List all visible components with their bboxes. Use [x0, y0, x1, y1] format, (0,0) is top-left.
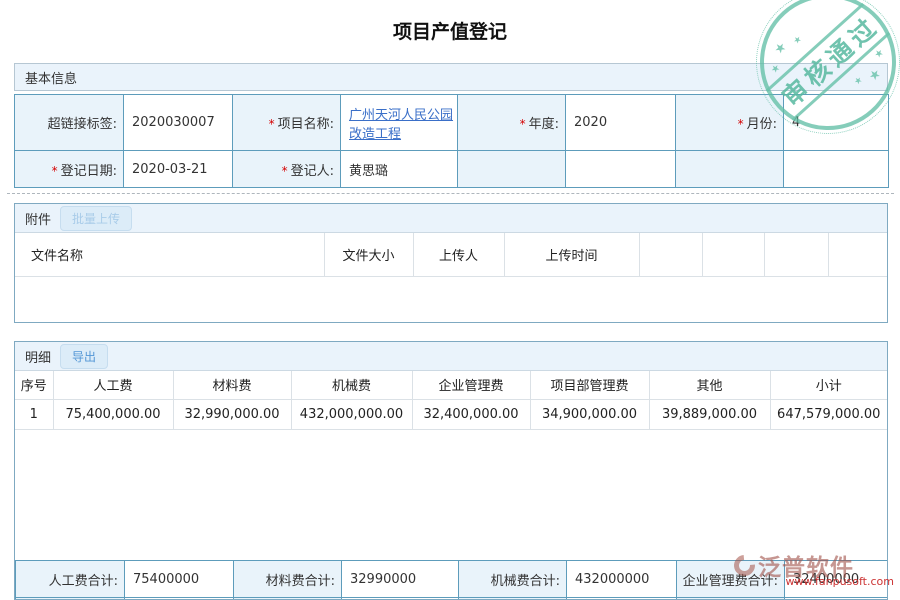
material-total-label: 材料费合计: — [234, 561, 342, 598]
col-empty — [828, 233, 887, 276]
machinery-total-value: 432000000 — [567, 561, 677, 598]
col-enterprise-mgmt-cost: 企业管理费 — [412, 371, 530, 399]
empty-label-cell — [676, 151, 784, 188]
attachments-section: 附件 批量上传 文件名称 文件大小 上传人 上传时间 — [14, 203, 888, 323]
required-icon: * — [282, 164, 288, 178]
month-label: *月份: — [676, 95, 784, 151]
register-date-label: *登记日期: — [15, 151, 124, 188]
labor-total-label: 人工费合计: — [16, 561, 125, 598]
year-label: *年度: — [458, 95, 566, 151]
col-uploader: 上传人 — [413, 233, 504, 276]
export-button[interactable]: 导出 — [60, 344, 108, 369]
project-name-label: *项目名称: — [233, 95, 341, 151]
star-icon: ★ — [873, 48, 886, 61]
cell-seq: 1 — [15, 399, 53, 429]
year-value: 2020 — [566, 95, 676, 151]
machinery-total-label: 机械费合计: — [459, 561, 567, 598]
detail-table: 序号 人工费 材料费 机械费 企业管理费 项目部管理费 其他 小计 1 75,4… — [15, 371, 887, 430]
batch-upload-button[interactable]: 批量上传 — [60, 206, 132, 231]
col-seq: 序号 — [15, 371, 53, 399]
col-other: 其他 — [649, 371, 770, 399]
col-labor-cost: 人工费 — [53, 371, 173, 399]
empty-label-cell — [458, 151, 566, 188]
labor-total-value: 75400000 — [125, 561, 234, 598]
enterprise-mgmt-total-value: 32400000 — [785, 561, 888, 598]
basic-info-section: 基本信息 超链接标签: 2020030007 *项目名称: 广州天河人民公园改造… — [14, 63, 888, 188]
attachments-header: 附件 批量上传 — [15, 204, 887, 233]
basic-info-table: 超链接标签: 2020030007 *项目名称: 广州天河人民公园改造工程 *年… — [14, 94, 889, 188]
detail-section: 明细 导出 序号 人工费 材料费 机械费 企业管理费 项目部管理费 其他 小计 … — [14, 341, 888, 600]
col-material-cost: 材料费 — [173, 371, 291, 399]
cell-machinery-cost: 432,000,000.00 — [291, 399, 412, 429]
hyperlink-tag-value: 2020030007 — [124, 95, 233, 151]
detail-title: 明细 — [25, 347, 51, 366]
project-name-cell: 广州天河人民公园改造工程 — [341, 95, 458, 151]
month-value: 4 — [784, 95, 889, 151]
totals-table: 人工费合计: 75400000 材料费合计: 32990000 机械费合计: 4… — [15, 560, 888, 600]
material-total-value: 32990000 — [342, 561, 459, 598]
cell-subtotal: 647,579,000.00 — [770, 399, 887, 429]
required-icon: * — [269, 117, 275, 131]
required-icon: * — [520, 117, 526, 131]
basic-info-header: 基本信息 — [14, 63, 888, 91]
col-upload-time: 上传时间 — [504, 233, 639, 276]
cell-project-dept-mgmt-cost: 34,900,000.00 — [530, 399, 649, 429]
register-date-value: 2020-03-21 — [124, 151, 233, 188]
col-machinery-cost: 机械费 — [291, 371, 412, 399]
registrar-label: *登记人: — [233, 151, 341, 188]
attachments-table: 文件名称 文件大小 上传人 上传时间 — [15, 233, 887, 277]
col-project-dept-mgmt-cost: 项目部管理费 — [530, 371, 649, 399]
cell-labor-cost: 75,400,000.00 — [53, 399, 173, 429]
col-empty — [764, 233, 828, 276]
page-title: 项目产值登记 — [0, 17, 900, 44]
col-empty — [702, 233, 764, 276]
required-icon: * — [738, 117, 744, 131]
hyperlink-tag-label: 超链接标签: — [15, 95, 124, 151]
enterprise-mgmt-total-label: 企业管理费合计: — [677, 561, 785, 598]
project-name-link[interactable]: 广州天河人民公园改造工程 — [349, 108, 453, 142]
detail-header: 明细 导出 — [15, 342, 887, 371]
col-file-name: 文件名称 — [15, 233, 324, 276]
cell-material-cost: 32,990,000.00 — [173, 399, 291, 429]
attachments-title: 附件 — [25, 209, 51, 228]
table-row: 1 75,400,000.00 32,990,000.00 432,000,00… — [15, 399, 887, 429]
registrar-value: 黄思璐 — [341, 151, 458, 188]
page: 项目产值登记 ★ ★ ★ ★ ★ ★ 审核通过 基本信息 超链接标 — [0, 0, 900, 600]
cell-other: 39,889,000.00 — [649, 399, 770, 429]
col-empty — [639, 233, 702, 276]
basic-info-title: 基本信息 — [25, 68, 77, 87]
col-file-size: 文件大小 — [324, 233, 413, 276]
empty-value-cell — [784, 151, 889, 188]
col-subtotal: 小计 — [770, 371, 887, 399]
empty-value-cell — [566, 151, 676, 188]
cell-enterprise-mgmt-cost: 32,400,000.00 — [412, 399, 530, 429]
required-icon: * — [52, 164, 58, 178]
section-separator — [7, 193, 894, 194]
